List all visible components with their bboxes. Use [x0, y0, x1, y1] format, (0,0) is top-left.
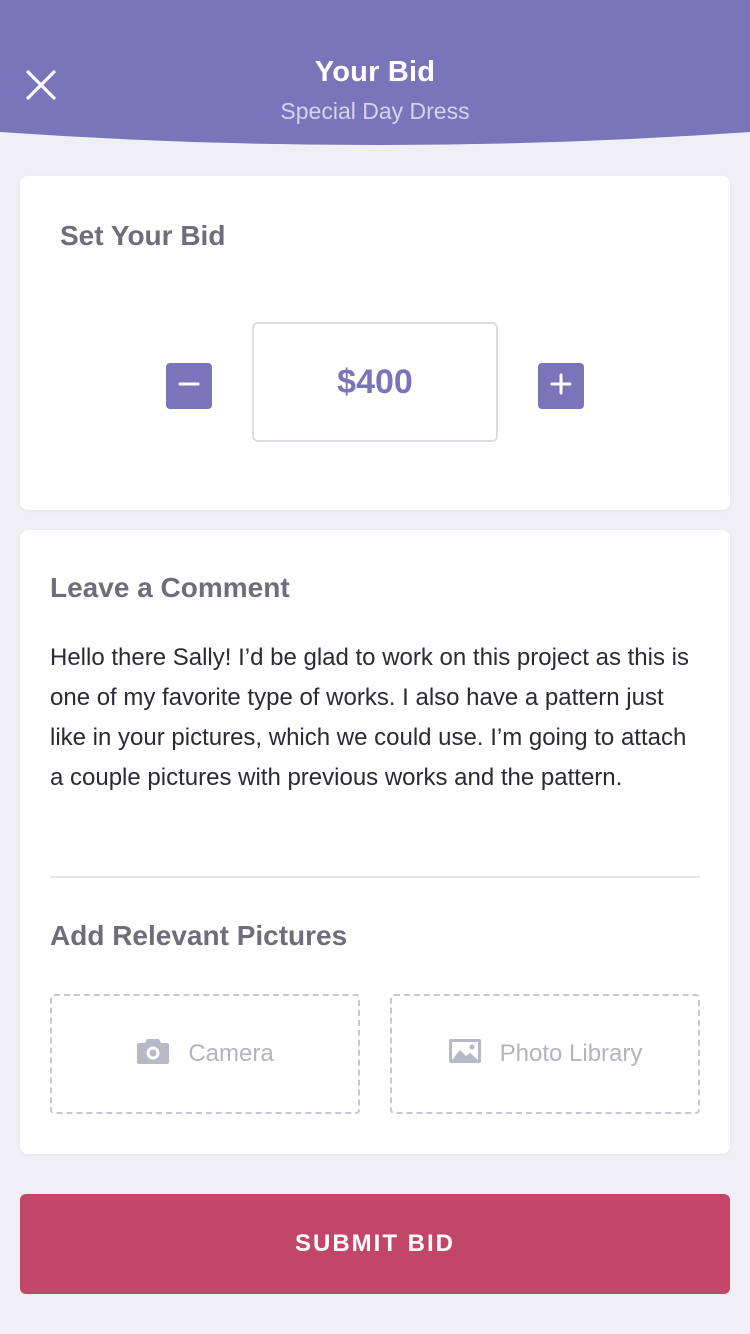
image-icon	[448, 1038, 482, 1071]
page-title: Your Bid	[314, 56, 436, 88]
comment-card: Leave a Comment Hello there Sally! I’d b…	[20, 530, 730, 1154]
camera-label: Camera	[188, 1040, 274, 1067]
minus-icon	[178, 373, 200, 400]
increase-bid-button[interactable]	[538, 363, 584, 409]
plus-icon	[550, 373, 572, 400]
bid-section-title: Set Your Bid	[60, 220, 226, 251]
page-subtitle: Special Day Dress	[280, 98, 470, 124]
comment-section-title: Leave a Comment	[50, 572, 290, 603]
camera-icon	[136, 1037, 170, 1072]
bid-card: Set Your Bid $400	[20, 176, 730, 510]
pictures-section-title: Add Relevant Pictures	[50, 920, 348, 951]
photo-library-button[interactable]: Photo Library	[390, 994, 700, 1114]
camera-button[interactable]: Camera	[50, 994, 360, 1114]
header: Your Bid Special Day Dress	[0, 0, 750, 150]
divider	[50, 876, 700, 878]
comment-textarea[interactable]: Hello there Sally! I’d be glad to work o…	[50, 638, 690, 798]
decrease-bid-button[interactable]	[166, 363, 212, 409]
bid-amount-field[interactable]: $400	[252, 322, 498, 442]
submit-bid-button[interactable]: SUBMIT BID	[20, 1194, 730, 1294]
bid-screen: Your Bid Special Day Dress Set Your Bid …	[0, 0, 750, 1334]
photo-library-label: Photo Library	[499, 1040, 643, 1067]
